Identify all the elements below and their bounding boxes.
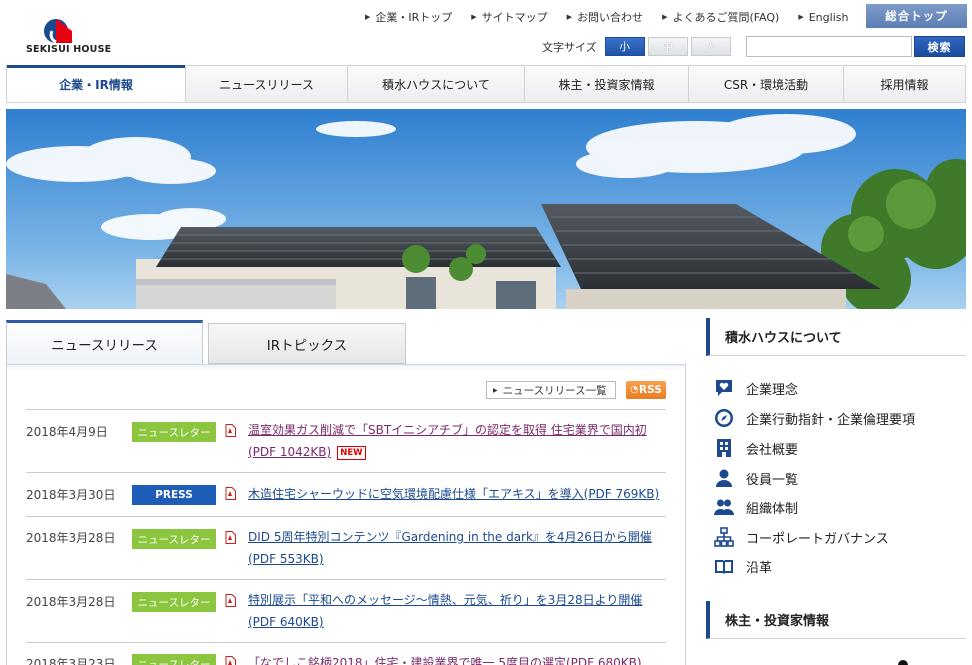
font-size-medium-button[interactable]: 中 [647, 37, 688, 56]
search-input[interactable] [746, 36, 912, 57]
news-date: 2018年4月9日 [26, 425, 108, 439]
news-title-link[interactable]: 木造住宅シャーウッドに空気環境配慮仕様「エアキス」を導入(PDF 769KB) [248, 483, 668, 505]
util-link-faq[interactable]: ▶ よくあるご質問(FAQ) [662, 9, 779, 25]
news-title-link[interactable]: 特別展示「平和へのメッセージ〜情熱、元気、祈り」を3月28日より開催 (PDF … [248, 589, 668, 633]
pdf-icon [225, 424, 236, 437]
nav-news-release[interactable]: ニュースリリース [186, 66, 348, 102]
news-list-link[interactable]: ▶ ニュースリリース一覧 [486, 381, 616, 399]
sidebar-investor-heading[interactable]: 株主・投資家情報 [706, 601, 966, 639]
news-title-link[interactable]: DID 5周年特別コンテンツ『Gardening in the dark』を4月… [248, 526, 668, 570]
pdf-icon [225, 487, 236, 500]
util-link-ir-top[interactable]: ▶ 企業・IRトップ [365, 9, 452, 25]
utility-nav: ▶ 企業・IRトップ ▶ サイトマップ ▶ お問い合わせ ▶ よくあるご質問(FAQ) … [365, 9, 867, 25]
news-item: 2018年3月28日 ニュースレター 特別展示「平和へのメッセージ〜情熱、元気、… [26, 579, 666, 642]
news-title-link[interactable]: 温室効果ガス削減で「SBTイニシアチブ」の認定を取得 住宅業界で国内初 (PDF… [248, 419, 668, 463]
category-badge: PRESS [132, 485, 216, 505]
sidebar-item-organization[interactable]: 組織体制 [714, 497, 798, 517]
news-date: 2018年3月30日 [26, 488, 116, 502]
nav-recruit[interactable]: 採用情報 [844, 66, 965, 102]
util-link-sitemap[interactable]: ▶ サイトマップ [471, 9, 547, 25]
font-size-control: 文字サイズ 小 中 大 [542, 37, 734, 56]
sidebar-item-history[interactable]: 沿革 [714, 556, 772, 576]
category-badge: ニュースレター [132, 529, 216, 549]
nav-corporate-ir[interactable]: 企業・IR情報 [7, 65, 186, 102]
util-link-english[interactable]: ▶ English [798, 9, 848, 25]
org-chart-icon [714, 527, 734, 547]
sidebar-about-heading[interactable]: 積水ハウスについて [706, 318, 966, 356]
sidebar-item-philosophy[interactable]: 企業理念 [714, 378, 798, 398]
nav-csr[interactable]: CSR・環境活動 [689, 66, 844, 102]
triangle-right-icon: ▶ [662, 13, 668, 21]
font-size-large-button[interactable]: 大 [690, 37, 731, 56]
sidebar-item-executives[interactable]: 役員一覧 [714, 468, 798, 488]
rss-icon: ◔ [630, 385, 639, 395]
util-link-contact[interactable]: ▶ お問い合わせ [567, 9, 643, 25]
global-nav: 企業・IR情報 ニュースリリース 積水ハウスについて 株主・投資家情報 CSR・… [6, 65, 966, 103]
general-top-button[interactable]: 総合トップ [866, 4, 967, 28]
news-item: 2018年3月23日 ニュースレター 「なでしこ銘柄2018」住宅・建設業界で唯… [26, 642, 666, 665]
people-icon [714, 497, 734, 517]
news-item: 2018年3月30日 PRESS 木造住宅シャーウッドに空気環境配慮仕様「エアキ… [26, 472, 666, 516]
category-badge: ニュースレター [132, 592, 216, 612]
category-badge: ニュースレター [132, 654, 216, 665]
triangle-right-icon: ▶ [493, 386, 498, 394]
building-icon [714, 438, 734, 458]
pdf-icon [225, 594, 236, 607]
news-item: 2018年3月28日 ニュースレター DID 5周年特別コンテンツ『Garden… [26, 516, 666, 579]
tab-ir-topics[interactable]: IRトピックス [208, 323, 406, 364]
news-date: 2018年3月28日 [26, 531, 116, 545]
sekisui-house-logo[interactable]: SEKISUI HOUSE [26, 18, 116, 60]
nav-investor[interactable]: 株主・投資家情報 [525, 66, 689, 102]
news-date: 2018年3月28日 [26, 595, 116, 609]
tab-news-release[interactable]: ニュースリリース [6, 320, 203, 364]
rss-button[interactable]: ◔ RSS [626, 381, 666, 399]
news-item: 2018年4月9日 ニュースレター 温室効果ガス削減で「SBTイニシアチブ」の認… [26, 409, 666, 472]
compass-icon [714, 408, 734, 428]
search-button[interactable]: 検索 [914, 36, 965, 57]
person-icon [714, 468, 734, 488]
font-size-small-button[interactable]: 小 [604, 37, 645, 56]
news-title-link[interactable]: 「なでしこ銘柄2018」住宅・建設業界で唯一 5度目の選定(PDF 680KB) [248, 652, 668, 665]
news-date: 2018年3月23日 [26, 657, 116, 665]
sidebar-item-governance[interactable]: コーポレートガバナンス [714, 527, 889, 547]
category-badge: ニュースレター [132, 422, 216, 442]
hero-house-image [6, 109, 966, 309]
triangle-right-icon: ▶ [471, 13, 477, 21]
cursor-dot [898, 660, 908, 665]
triangle-right-icon: ▶ [798, 13, 804, 21]
logo-text: SEKISUI HOUSE [26, 44, 112, 55]
book-icon [714, 556, 734, 576]
logo-mark-icon [44, 19, 72, 44]
pdf-icon [225, 531, 236, 544]
new-badge: NEW [337, 446, 366, 460]
nav-about[interactable]: 積水ハウスについて [348, 66, 525, 102]
sidebar-item-code-of-conduct[interactable]: 企業行動指針・企業倫理要項 [714, 408, 915, 428]
pdf-icon [225, 656, 236, 665]
sidebar-item-company-profile[interactable]: 会社概要 [714, 438, 798, 458]
triangle-right-icon: ▶ [365, 13, 371, 21]
font-size-label: 文字サイズ [542, 40, 597, 54]
heart-speech-icon [714, 378, 734, 398]
triangle-right-icon: ▶ [566, 13, 573, 21]
